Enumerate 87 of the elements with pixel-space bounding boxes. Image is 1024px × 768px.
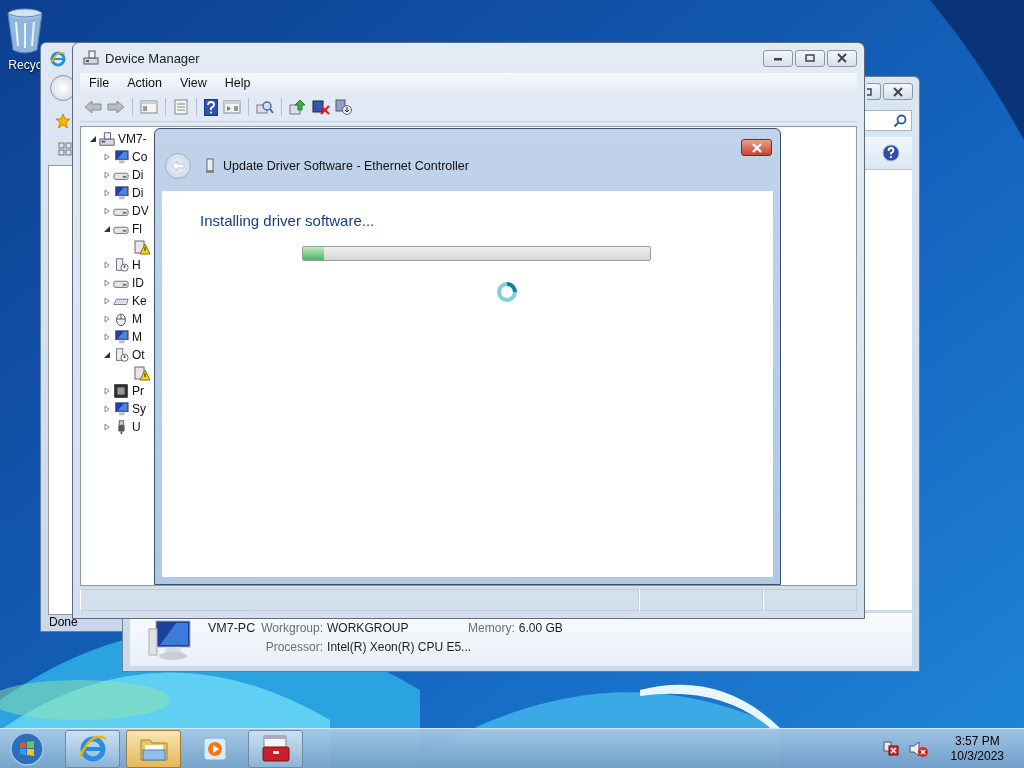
browser-icon: [77, 733, 108, 764]
tree-item[interactable]: Fl: [132, 222, 142, 236]
computer-name: VM7-PC: [208, 621, 256, 635]
tree-item[interactable]: Pr: [132, 384, 144, 398]
close-icon: [892, 86, 904, 97]
tree-item[interactable]: VM7-: [118, 132, 147, 146]
dialog-title: Update Driver Software - Ethernet Controller: [223, 159, 469, 173]
help-icon[interactable]: [204, 98, 218, 116]
search-icon: [893, 113, 907, 128]
minimize-button[interactable]: [763, 49, 793, 67]
maximize-button[interactable]: [867, 83, 881, 100]
monitor-icon: [113, 149, 129, 165]
monitor-icon: [113, 185, 129, 201]
field-value: 6.00 GB: [518, 621, 563, 635]
expander-icon[interactable]: [103, 225, 111, 233]
tree-item[interactable]: M: [132, 312, 142, 326]
menu-item[interactable]: View: [170, 76, 216, 90]
warning-device-icon[interactable]: [133, 365, 151, 381]
field-label: Processor:: [264, 640, 324, 654]
status-heading: Installing driver software...: [200, 212, 375, 229]
close-button[interactable]: [741, 139, 772, 156]
star-icon[interactable]: [55, 113, 71, 129]
clock-time[interactable]: 3:57 PM: [954, 733, 1000, 749]
back-button[interactable]: [165, 153, 191, 179]
help-icon[interactable]: [882, 144, 900, 162]
toolbox-icon: [259, 733, 292, 764]
field-label: Memory:: [468, 621, 515, 635]
menu-item[interactable]: File: [80, 76, 119, 90]
network-icon[interactable]: [882, 739, 901, 758]
back-arrow-icon: [171, 160, 185, 172]
start-button[interactable]: [9, 730, 45, 767]
forward-icon[interactable]: [107, 99, 125, 115]
update-icon[interactable]: [289, 99, 307, 115]
maximize-button[interactable]: [795, 49, 825, 67]
tree-item[interactable]: Ot: [132, 348, 145, 362]
tree-item[interactable]: Ke: [132, 294, 147, 308]
panel-icon[interactable]: [223, 99, 241, 115]
spinner-icon: [496, 281, 518, 303]
maximize-icon: [805, 54, 815, 62]
computer-icon: [99, 131, 115, 147]
recycle-bin-icon[interactable]: [6, 8, 44, 54]
tree-item[interactable]: DV: [132, 204, 149, 218]
close-button[interactable]: [883, 83, 913, 100]
connector-icon: [205, 158, 215, 174]
menu-item[interactable]: Help: [215, 76, 260, 90]
monitor-icon: [113, 329, 129, 345]
window-title: Device Manager: [105, 50, 200, 66]
clock-date[interactable]: 10/3/2023: [950, 748, 1004, 764]
muted-speaker-icon[interactable]: [908, 739, 929, 758]
field-value: WORKGROUP: [327, 621, 410, 635]
field-label: Workgroup:: [261, 621, 324, 635]
mouse-icon: [113, 311, 129, 327]
field-value: Intel(R) Xeon(R) CPU E5...: [327, 640, 473, 654]
expander-icon[interactable]: [89, 135, 97, 143]
device-icon: [113, 347, 129, 363]
tree-item[interactable]: Sy: [132, 402, 146, 416]
device-icon: [113, 257, 129, 273]
download-icon[interactable]: [335, 99, 353, 115]
tree-item[interactable]: Di: [132, 168, 144, 182]
tree-item[interactable]: M: [132, 330, 142, 344]
close-icon: [836, 53, 848, 63]
taskbar-button[interactable]: [248, 729, 303, 768]
status-text: Done: [49, 615, 78, 629]
taskbar-button[interactable]: [126, 729, 181, 768]
back-icon[interactable]: [84, 99, 102, 115]
scan-icon[interactable]: [256, 99, 274, 115]
expander-icon[interactable]: [103, 351, 111, 359]
menu-item[interactable]: Action: [118, 76, 171, 90]
warning-device-icon[interactable]: [133, 239, 151, 255]
browser-icon: [50, 51, 66, 67]
close-icon: [750, 142, 763, 153]
tree-item[interactable]: Co: [132, 150, 148, 164]
remove-icon[interactable]: [312, 99, 330, 115]
computer-icon: [148, 619, 194, 661]
play-icon: [200, 734, 229, 763]
panel-icon[interactable]: [140, 99, 158, 115]
tree-item[interactable]: Di: [132, 186, 144, 200]
icon-label[interactable]: Recyc: [8, 58, 42, 72]
close-button[interactable]: [827, 49, 857, 67]
grid-icon[interactable]: [58, 142, 72, 156]
maximize-icon: [867, 87, 872, 96]
tree-item[interactable]: ID: [132, 276, 144, 290]
tree-item[interactable]: H: [132, 258, 141, 272]
monitor-icon: [113, 401, 129, 417]
tree-item[interactable]: U: [132, 420, 141, 434]
chip-icon: [113, 383, 129, 399]
device-icon: [83, 50, 99, 66]
